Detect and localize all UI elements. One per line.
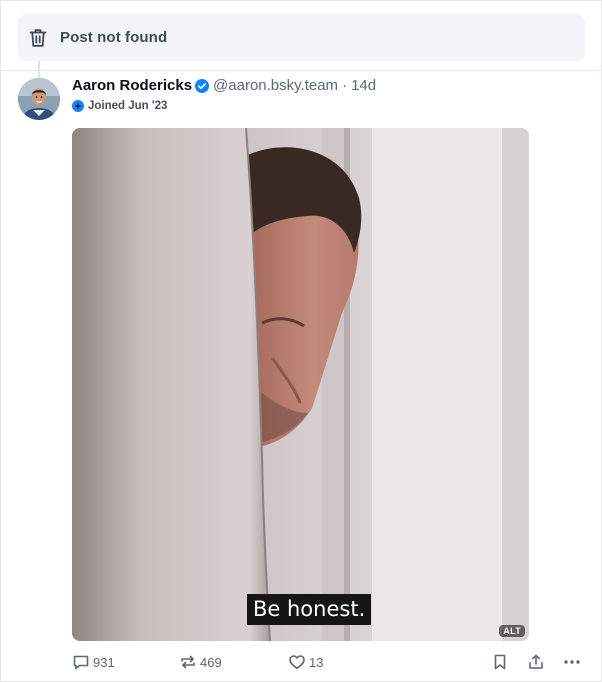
post-actions: 931 469 13 bbox=[72, 651, 587, 673]
repost-button[interactable]: 469 bbox=[179, 651, 222, 673]
reply-button[interactable]: 931 bbox=[72, 651, 115, 673]
parent-post-placeholder: Post not found bbox=[1, 1, 601, 83]
thread-container: Post not found Aaron Rodericks @aaron.bs… bbox=[0, 0, 602, 682]
heart-icon bbox=[288, 653, 306, 671]
like-count: 13 bbox=[309, 654, 324, 670]
verified-badge-icon[interactable] bbox=[195, 78, 210, 93]
reply-count: 931 bbox=[93, 654, 115, 670]
more-options-button[interactable] bbox=[562, 651, 582, 673]
like-button[interactable]: 13 bbox=[288, 651, 323, 673]
reply-icon bbox=[72, 653, 90, 671]
post-header: Aaron Rodericks @aaron.bsky.team · 14d bbox=[72, 77, 376, 94]
repost-icon bbox=[179, 653, 197, 671]
ellipsis-icon bbox=[562, 653, 582, 671]
repost-count: 469 bbox=[200, 654, 222, 670]
author-display-name[interactable]: Aaron Rodericks bbox=[72, 77, 192, 94]
author-handle[interactable]: @aaron.bsky.team bbox=[213, 77, 338, 94]
video-subtitle: Be honest. bbox=[247, 594, 372, 625]
divider bbox=[1, 70, 601, 71]
post-timestamp[interactable]: 14d bbox=[351, 77, 376, 94]
trash-icon bbox=[28, 28, 48, 48]
share-button[interactable] bbox=[527, 651, 545, 673]
bookmark-icon bbox=[491, 653, 509, 671]
alt-text-badge[interactable]: ALT bbox=[499, 625, 525, 637]
post-video[interactable]: Be honest. ALT bbox=[72, 128, 529, 641]
new-account-icon bbox=[72, 100, 84, 112]
share-icon bbox=[527, 653, 545, 671]
avatar[interactable] bbox=[18, 78, 60, 120]
joined-label: Joined Jun '23 bbox=[88, 100, 168, 112]
post-not-found-label: Post not found bbox=[60, 29, 168, 46]
video-frame bbox=[72, 128, 529, 641]
bookmark-button[interactable] bbox=[491, 651, 509, 673]
header-separator: · bbox=[342, 77, 348, 94]
joined-info: Joined Jun '23 bbox=[72, 100, 167, 112]
post-not-found-banner: Post not found bbox=[18, 14, 585, 61]
